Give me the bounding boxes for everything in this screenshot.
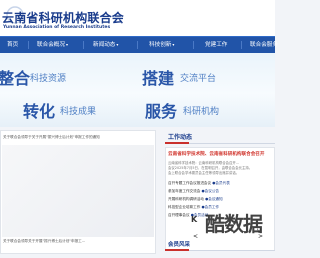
member-showcase-title[interactable]: 会员风采 — [168, 240, 190, 248]
nav-item-home[interactable]: 首页 — [7, 37, 18, 53]
chevron-down-icon: ▾ — [65, 42, 68, 47]
site-subtitle: Yunnan Association of Research Institute… — [3, 25, 111, 30]
list-item[interactable]: 召开理事会议 ●会员活动 — [168, 213, 208, 218]
list-item[interactable]: 参加年度工作交流会 ●会议公告 — [168, 189, 219, 194]
section-accent — [165, 249, 189, 251]
notice-footer-link[interactable]: 关于联合会领导关于开展"振兴博士后计划"申报工... — [3, 239, 85, 244]
main-nav: 首页 联合会概况▾ 新闻动态▾ 科技创新▾ 党建工作 联合会服务 — [0, 36, 278, 53]
notice-image-area — [2, 145, 154, 237]
section-accent — [165, 142, 189, 144]
nav-divider — [193, 41, 194, 49]
banner-phrase-4-big: 服务 — [145, 102, 178, 121]
hero-banner: 整合 科技资源 搭建 交流平台 转化 科技成果 服务 科研机构 — [0, 53, 275, 127]
pager-next-button[interactable]: > — [258, 233, 263, 240]
site-header: 云南省科研机构联合会 Yunnan Association of Researc… — [0, 0, 275, 36]
nav-divider — [28, 41, 29, 49]
notice-panel: 关于联合会领导于关于开展"振兴博士后计划"申报工作的通知 关于联合会领导关于开展… — [0, 130, 156, 254]
list-item[interactable]: 开展科研机构调研活动 ●会议通知 — [168, 197, 223, 202]
watermark-text: 酷数据 — [205, 212, 263, 236]
pager-prev-button[interactable]: < — [193, 233, 198, 240]
nav-divider — [241, 41, 242, 49]
featured-news-line: 会上联合会学术委员会主任等领导出席并讲话。 — [168, 171, 240, 175]
chevron-down-icon: ▾ — [172, 42, 175, 47]
banner-phrase-4-small: 科研机构 — [183, 107, 220, 117]
chevron-down-icon: ▾ — [116, 42, 119, 47]
nav-item-service[interactable]: 联合会服务 — [250, 37, 278, 53]
banner-phrase-3-small: 科技成果 — [60, 107, 97, 117]
banner-phrase-3-big: 转化 — [23, 102, 56, 121]
watermark-k: K — [191, 215, 198, 224]
banner-phrase-1-small: 科技资源 — [30, 74, 67, 84]
work-updates-title[interactable]: 工作动态 — [168, 132, 192, 141]
nav-divider — [137, 41, 138, 49]
main-content: 关于联合会领导于关于开展"振兴博士后计划"申报工作的通知 关于联合会领导关于开展… — [0, 127, 275, 258]
nav-divider — [83, 41, 84, 49]
banner-phrase-2-big: 搭建 — [142, 69, 175, 88]
list-item[interactable]: 召开专题工作会议推进会议 ●会员代表 — [168, 181, 230, 186]
site-title[interactable]: 云南省科研机构联合会 — [2, 9, 124, 26]
nav-item-news[interactable]: 新闻动态▾ — [93, 37, 118, 53]
notice-title-link[interactable]: 关于联合会领导于关于开展"振兴博士后计划"申报工作的通知 — [3, 135, 100, 140]
banner-phrase-2-small: 交流平台 — [180, 74, 217, 84]
nav-item-overview[interactable]: 联合会概况▾ — [37, 37, 68, 53]
nav-item-innovation[interactable]: 科技创新▾ — [149, 37, 174, 53]
nav-item-party[interactable]: 党建工作 — [205, 37, 227, 53]
banner-phrase-1-big: 整合 — [0, 69, 31, 88]
featured-news-title[interactable]: 云南省科学技术院、云南省科研机构联合会召开 — [168, 151, 264, 157]
